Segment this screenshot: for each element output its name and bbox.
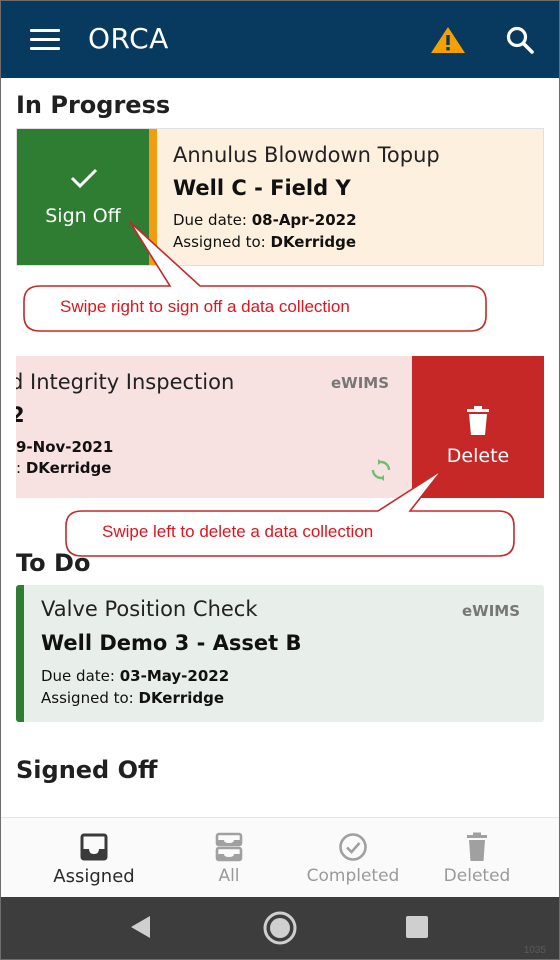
sign-off-swipe-action[interactable]: Sign Off — [17, 129, 149, 265]
back-triangle-icon[interactable] — [128, 914, 154, 940]
card-type: d Integrity Inspection — [16, 370, 235, 394]
due-date-value: 9-Nov-2021 — [16, 438, 114, 456]
nav-label: Deleted — [443, 866, 511, 886]
card-content[interactable]: Annulus Blowdown Topup Well C - Field Y … — [149, 129, 543, 265]
recents-square-icon[interactable] — [405, 915, 429, 939]
sign-off-hint-callout: Swipe right to sign off a data collectio… — [60, 297, 350, 316]
card-content[interactable]: d Integrity Inspection eWIMS 2 9-Nov-202… — [16, 356, 412, 498]
checkmark-icon — [70, 168, 98, 189]
section-to-do-title: To Do — [16, 549, 91, 577]
home-circle-icon[interactable] — [262, 910, 298, 946]
due-date-value: 03-May-2022 — [119, 667, 230, 685]
source-tag: eWIMS — [462, 602, 521, 620]
app-bar: ORCA — [0, 0, 560, 78]
source-tag: eWIMS — [331, 374, 390, 392]
nav-label: Assigned — [53, 866, 135, 887]
nav-label: Completed — [306, 866, 400, 886]
assigned-label: Assigned to: — [173, 233, 266, 251]
nav-completed[interactable]: Completed — [283, 818, 423, 898]
due-date-label: Due date: — [173, 211, 247, 229]
card-due-date: Due date: 03-May-2022 — [41, 667, 229, 685]
card-assigned: Assigned to: DKerridge — [41, 689, 224, 707]
assigned-label: Assigned to: — [41, 689, 134, 707]
section-signed-off-title: Signed Off — [16, 756, 158, 784]
due-date-value: 08-Apr-2022 — [251, 211, 357, 229]
nav-all[interactable]: All — [159, 818, 299, 898]
in-progress-card-2[interactable]: d Integrity Inspection eWIMS 2 9-Nov-202… — [16, 356, 544, 498]
warning-triangle-icon[interactable] — [429, 25, 467, 55]
to-do-card-1[interactable]: Valve Position Check eWIMS Well Demo 3 -… — [16, 585, 544, 722]
stacked-inbox-icon — [215, 832, 243, 862]
nav-deleted[interactable]: Deleted — [407, 818, 547, 898]
card-assigned: Assigned to: DKerridge — [173, 233, 356, 251]
card-type: Valve Position Check — [41, 597, 258, 621]
bottom-navigation: Assigned All Completed Deleted — [0, 817, 560, 897]
corner-text: 1035 — [523, 945, 546, 956]
trash-icon — [467, 406, 489, 435]
card-type: Annulus Blowdown Topup — [173, 143, 440, 167]
app-title: ORCA — [88, 22, 169, 55]
hamburger-menu-icon[interactable] — [30, 29, 60, 51]
card-well-name: Well C - Field Y — [173, 176, 351, 200]
sync-icon — [371, 459, 391, 481]
assigned-value: DKerridge — [25, 459, 112, 477]
due-date-label: Due date: — [41, 667, 115, 685]
card-assigned: : DKerridge — [16, 459, 111, 477]
check-circle-icon — [339, 833, 367, 861]
sign-off-label: Sign Off — [45, 205, 121, 227]
delete-hint-callout: Swipe left to delete a data collection — [102, 522, 374, 541]
delete-swipe-action[interactable]: Delete — [412, 356, 544, 498]
assigned-value: DKerridge — [270, 233, 357, 251]
assigned-label: : — [16, 459, 22, 477]
nav-label: All — [218, 866, 240, 886]
card-well-name: 2 — [16, 403, 25, 427]
card-due-date: 9-Nov-2021 — [16, 438, 113, 456]
assigned-value: DKerridge — [138, 689, 225, 707]
in-progress-card-1[interactable]: Sign Off Annulus Blowdown Topup Well C -… — [16, 128, 544, 266]
card-due-date: Due date: 08-Apr-2022 — [173, 211, 357, 229]
nav-assigned[interactable]: Assigned — [24, 818, 164, 898]
search-icon[interactable] — [504, 24, 536, 56]
system-navigation-bar: 1035 — [0, 897, 560, 960]
card-well-name: Well Demo 3 - Asset B — [41, 631, 302, 655]
section-in-progress-title: In Progress — [16, 91, 171, 119]
trash-icon — [467, 832, 487, 861]
delete-label: Delete — [446, 445, 510, 467]
inbox-icon — [80, 833, 108, 861]
